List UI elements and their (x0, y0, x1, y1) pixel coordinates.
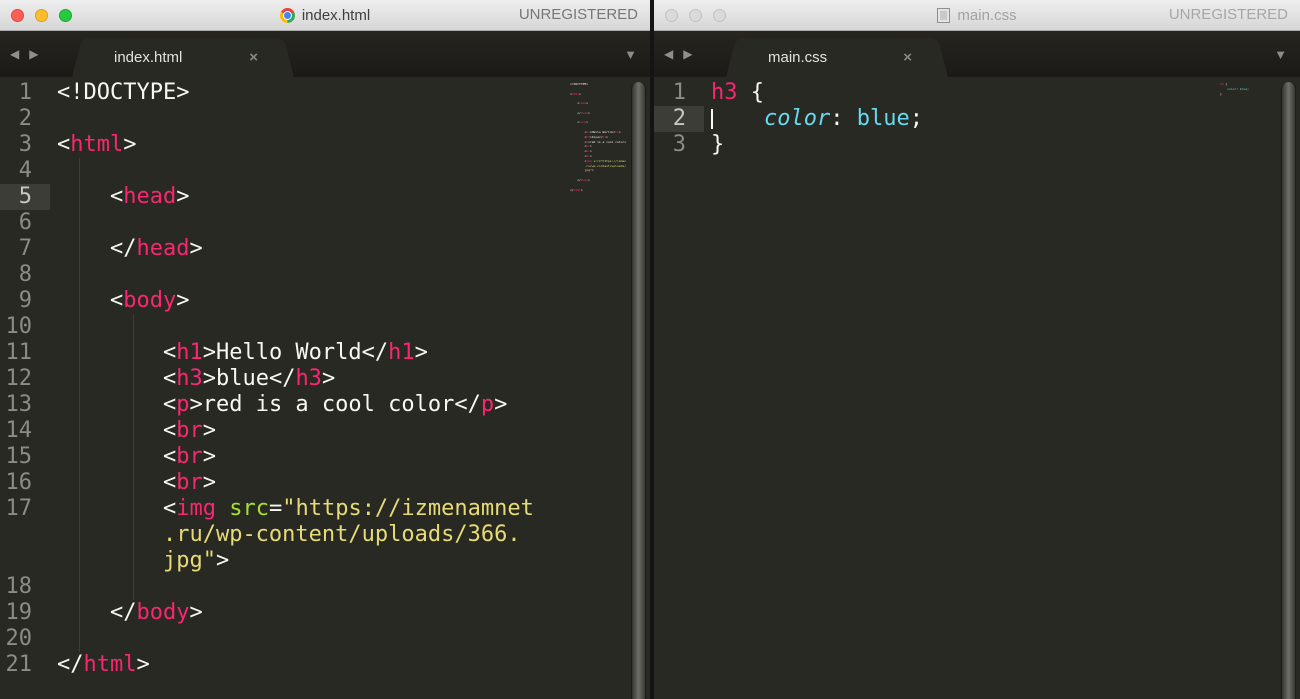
tab-overflow-icon[interactable]: ▼ (1274, 31, 1287, 77)
titlebar-index-html[interactable]: index.html UNREGISTERED (0, 0, 650, 31)
code-line[interactable]: 7 </head> (0, 236, 650, 262)
code-editor-css[interactable]: 1h3 {2 color: blue;3} h3 { color: blue;} (654, 77, 1300, 699)
line-number[interactable]: 1 (654, 80, 704, 106)
code-line[interactable]: 3<html> (0, 132, 650, 158)
code-line[interactable]: 4 (0, 158, 650, 184)
code-line[interactable]: 16 <br> (0, 470, 650, 496)
line-number[interactable]: 2 (0, 106, 50, 132)
back-icon[interactable]: ◀ (664, 47, 673, 61)
window-title: main.css (957, 7, 1016, 24)
line-number[interactable]: 18 (0, 574, 50, 600)
close-tab-icon[interactable]: × (903, 38, 912, 77)
close-tab-icon[interactable]: × (249, 38, 258, 77)
tabbar-right: ◀ ▶ main.css × ▼ (654, 31, 1300, 77)
minimize-window-button[interactable] (35, 9, 48, 22)
line-number[interactable]: 6 (0, 210, 50, 236)
line-number[interactable]: 14 (0, 418, 50, 444)
code-line[interactable]: jpg"> (0, 548, 650, 574)
tabbar-left: ◀ ▶ index.html × ▼ (0, 31, 650, 77)
code-line[interactable]: 18 (0, 574, 650, 600)
code-line[interactable]: 20 (0, 626, 650, 652)
code-line[interactable]: 2 color: blue; (654, 106, 1300, 132)
window-index-html: index.html UNREGISTERED ◀ ▶ index.html ×… (0, 0, 650, 699)
code-editor-html[interactable]: 1<!DOCTYPE>23<html>45 <head>67 </head>89… (0, 77, 650, 699)
tab-label: main.css (744, 38, 930, 77)
line-number[interactable]: 4 (0, 158, 50, 184)
unregistered-label: UNREGISTERED (519, 0, 638, 30)
forward-icon[interactable]: ▶ (29, 47, 38, 61)
code-line[interactable]: 12 <h3>blue</h3> (0, 366, 650, 392)
minimap[interactable]: <!DOCTYPE><html> <head> </head> <body> <… (570, 82, 626, 192)
line-number[interactable]: 3 (654, 132, 704, 158)
line-number[interactable]: 7 (0, 236, 50, 262)
code-line[interactable]: 5 <head> (0, 184, 650, 210)
line-number[interactable]: 13 (0, 392, 50, 418)
line-number[interactable]: 3 (0, 132, 50, 158)
line-number[interactable]: 10 (0, 314, 50, 340)
window-main-css: main.css UNREGISTERED ◀ ▶ main.css × ▼ 1… (654, 0, 1300, 699)
desktop: index.html UNREGISTERED ◀ ▶ index.html ×… (0, 0, 1300, 699)
line-number[interactable]: 17 (0, 496, 50, 522)
code-line[interactable]: 10 (0, 314, 650, 340)
line-number[interactable]: 16 (0, 470, 50, 496)
code-line[interactable]: 15 <br> (0, 444, 650, 470)
line-number[interactable]: 9 (0, 288, 50, 314)
tab-index-html[interactable]: index.html × (90, 38, 276, 77)
code-line[interactable]: 21</html> (0, 652, 650, 678)
minimap-line: } (1220, 92, 1276, 97)
code-line[interactable]: 6 (0, 210, 650, 236)
zoom-window-button[interactable] (713, 9, 726, 22)
line-number[interactable]: 21 (0, 652, 50, 678)
line-number[interactable]: 11 (0, 340, 50, 366)
traffic-lights (665, 9, 726, 22)
code-line[interactable]: .ru/wp-content/uploads/366. (0, 522, 650, 548)
html-file-favicon-icon (280, 8, 295, 23)
minimap-line: </html> (570, 188, 626, 193)
zoom-window-button[interactable] (59, 9, 72, 22)
window-title: index.html (302, 7, 370, 24)
line-number[interactable]: 19 (0, 600, 50, 626)
forward-icon[interactable]: ▶ (683, 47, 692, 61)
code-line[interactable]: 9 <body> (0, 288, 650, 314)
code-line[interactable]: 17 <img src="https://izmenamnet (0, 496, 650, 522)
close-window-button[interactable] (665, 9, 678, 22)
unregistered-label: UNREGISTERED (1169, 0, 1288, 30)
line-number[interactable]: 1 (0, 80, 50, 106)
line-number[interactable] (0, 522, 50, 548)
code-line[interactable]: 13 <p>red is a cool color</p> (0, 392, 650, 418)
code-line[interactable]: 1h3 { (654, 80, 1300, 106)
vertical-scrollbar[interactable] (1281, 82, 1296, 699)
titlebar-main-css[interactable]: main.css UNREGISTERED (654, 0, 1300, 31)
minimap[interactable]: h3 { color: blue;} (1220, 82, 1276, 96)
code-line[interactable]: 2 (0, 106, 650, 132)
close-window-button[interactable] (11, 9, 24, 22)
code-line[interactable]: 11 <h1>Hello World</h1> (0, 340, 650, 366)
code-line[interactable]: 1<!DOCTYPE> (0, 80, 650, 106)
code-line[interactable]: 19 </body> (0, 600, 650, 626)
line-number[interactable] (0, 548, 50, 574)
minimize-window-button[interactable] (689, 9, 702, 22)
css-file-icon (937, 8, 950, 23)
line-number[interactable]: 15 (0, 444, 50, 470)
back-icon[interactable]: ◀ (10, 47, 19, 61)
tab-overflow-icon[interactable]: ▼ (624, 31, 637, 77)
vertical-scrollbar[interactable] (631, 82, 646, 699)
line-number[interactable]: 2 (654, 106, 704, 132)
code-line[interactable]: 14 <br> (0, 418, 650, 444)
line-number[interactable]: 12 (0, 366, 50, 392)
code-line[interactable]: 3} (654, 132, 1300, 158)
line-number[interactable]: 8 (0, 262, 50, 288)
traffic-lights (11, 9, 72, 22)
tab-main-css[interactable]: main.css × (744, 38, 930, 77)
tab-label: index.html (90, 38, 276, 77)
line-number[interactable]: 5 (0, 184, 50, 210)
line-number[interactable]: 20 (0, 626, 50, 652)
code-line[interactable]: 8 (0, 262, 650, 288)
